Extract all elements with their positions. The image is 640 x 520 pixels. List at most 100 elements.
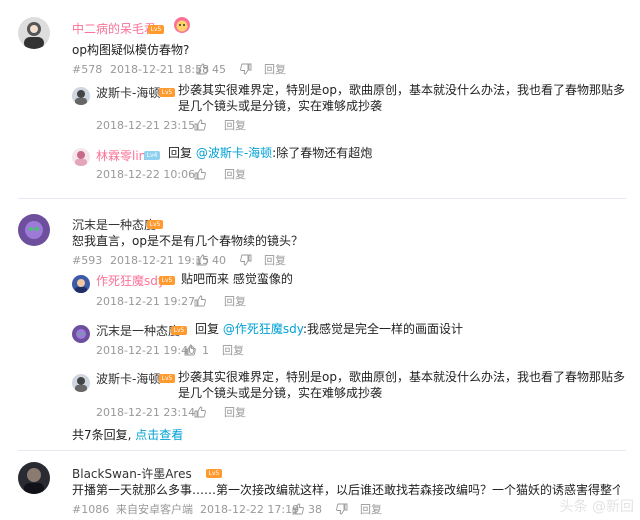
timestamp: 2018-12-21 19:27 [96, 294, 196, 308]
username[interactable]: 沉末是一种态度 [72, 216, 156, 233]
timestamp: 2018-12-21 23:15 [96, 118, 196, 132]
like-button[interactable]: 1 [184, 344, 222, 357]
like-count: 40 [212, 253, 226, 267]
reply-button[interactable]: 回复 [264, 61, 286, 77]
reply-meta: 2018-12-21 23:14 回复 [96, 404, 246, 420]
reply-button[interactable]: 回复 [224, 404, 246, 420]
reply-text: 回复 @作死狂魔sdy:我感觉是完全一样的画面设计 [195, 321, 463, 337]
avatar[interactable] [18, 462, 50, 494]
comment-meta: #593 2018-12-21 19:15 40 回复 [72, 252, 286, 268]
comment-divider [18, 198, 626, 199]
reply-button[interactable]: 回复 [224, 293, 246, 309]
comment-meta: #1086 来自安卓客户端 2018-12-22 17:19 38 回复 [72, 501, 382, 517]
mention-link[interactable]: @作死狂魔sdy [223, 322, 303, 336]
level-badge: Lv5 [147, 220, 163, 229]
reply-count-label: 共7条回复, [72, 428, 136, 442]
reply-prefix: 回复 [168, 146, 196, 160]
username[interactable]: 波斯卡-海顿 [96, 370, 160, 387]
reply-body: :我感觉是完全一样的画面设计 [302, 322, 463, 336]
like-button[interactable] [194, 295, 224, 307]
like-button[interactable] [194, 119, 224, 131]
reply-button[interactable]: 回复 [360, 501, 382, 517]
username[interactable]: 中二病的呆毛君 [72, 20, 156, 37]
reply-meta: 2018-12-21 19:27 回复 [96, 293, 246, 309]
comment-text: 恕我直言，op是不是有几个春物续的镜头？ [72, 234, 303, 248]
mention-link[interactable]: @波斯卡-海顿 [196, 146, 272, 160]
avatar[interactable] [72, 374, 90, 392]
thumb-down-icon [240, 63, 252, 75]
thumb-down-button[interactable] [240, 63, 264, 75]
comment-divider [18, 450, 626, 451]
timestamp: 2018-12-22 17:19 [200, 502, 300, 516]
comment-meta: #578 2018-12-21 18:58 45 回复 [72, 61, 286, 77]
reply-button[interactable]: 回复 [222, 342, 244, 358]
like-button[interactable]: 40 [196, 254, 240, 267]
like-button[interactable]: 45 [196, 63, 240, 76]
client-source: 来自安卓客户端 [116, 503, 193, 516]
watermark: 头条 @新回 [560, 496, 634, 516]
timestamp: 2018-12-22 10:06 [96, 167, 196, 181]
emoji-badge-icon [173, 16, 191, 34]
timestamp: 2018-12-21 19:40 [96, 343, 196, 357]
thumb-up-icon [184, 344, 196, 356]
floor-number: #578 [72, 62, 103, 76]
username[interactable]: BlackSwan-许墨Ares [72, 465, 192, 482]
reply-meta: 2018-12-21 23:15 回复 [96, 117, 246, 133]
avatar[interactable] [72, 325, 90, 343]
username[interactable]: 沉末是一种态度 [96, 322, 180, 339]
reply-text: 贴吧而来 感觉蛮像的 [181, 272, 293, 286]
comment-text: 开播第一天就那么多事……第一次接改编就这样，以后谁还敢找若森接改编吗？一个猫妖的… [72, 483, 620, 497]
level-badge: Lv5 [206, 469, 222, 478]
timestamp: 2018-12-21 18:58 [110, 62, 210, 76]
watermark-text: 头条 @新回 [559, 499, 634, 515]
like-count: 1 [202, 343, 209, 357]
comment-text: op构图疑似模仿春物? [72, 43, 190, 57]
view-more-replies: 共7条回复, 点击查看 [72, 426, 183, 443]
thumb-up-icon [194, 168, 206, 180]
avatar[interactable] [18, 214, 50, 246]
comment-578: 中二病的呆毛君 Lv5 op构图疑似模仿春物? #578 2018-12-21 … [0, 0, 640, 210]
username[interactable]: 作死狂魔sdy [96, 272, 165, 289]
thumb-up-icon [194, 119, 206, 131]
floor-number: #1086 [72, 502, 110, 516]
reply-text: 抄袭其实很难界定，特别是op，歌曲原创，基本就没什么办法，我也看了春物那贴多是几… [178, 370, 625, 400]
thumb-up-icon [196, 254, 208, 266]
thumb-up-icon [194, 295, 206, 307]
reply-button[interactable]: 回复 [224, 117, 246, 133]
level-badge: Lv5 [159, 88, 175, 97]
reply-prefix: 回复 [195, 322, 223, 336]
thumb-up-icon [196, 63, 208, 75]
reply-body: :除了春物还有超炮 [272, 146, 373, 160]
level-badge: Lv5 [148, 25, 164, 34]
reply-button[interactable]: 回复 [224, 166, 246, 182]
username[interactable]: 林霖零lin [96, 147, 146, 164]
floor-number: #593 [72, 253, 103, 267]
like-count: 38 [308, 502, 322, 516]
thumb-up-icon [194, 406, 206, 418]
level-badge: Lv4 [144, 151, 160, 160]
reply-meta: 2018-12-21 19:40 1 回复 [96, 342, 244, 358]
view-more-link[interactable]: 点击查看 [135, 428, 183, 442]
like-button[interactable]: 38 [292, 503, 336, 516]
timestamp: 2018-12-21 19:15 [110, 253, 210, 267]
reply-button[interactable]: 回复 [264, 252, 286, 268]
thumb-down-button[interactable] [336, 503, 360, 515]
thumb-down-button[interactable] [240, 254, 264, 266]
username[interactable]: 波斯卡-海顿 [96, 84, 160, 101]
thumb-down-icon [336, 503, 348, 515]
level-badge: Lv5 [159, 374, 175, 383]
reply-text: 抄袭其实很难界定，特别是op，歌曲原创，基本就没什么办法，我也看了春物那贴多是几… [178, 83, 625, 113]
thumb-up-icon [292, 503, 304, 515]
like-button[interactable] [194, 406, 224, 418]
reply-text: 回复 @波斯卡-海顿:除了春物还有超炮 [168, 145, 372, 161]
avatar[interactable] [72, 148, 90, 166]
avatar[interactable] [72, 275, 90, 293]
thumb-down-icon [240, 254, 252, 266]
avatar[interactable] [18, 17, 50, 49]
like-count: 45 [212, 62, 226, 76]
level-badge: Lv5 [171, 326, 187, 335]
avatar[interactable] [72, 87, 90, 105]
like-button[interactable] [194, 168, 224, 180]
reply-meta: 2018-12-22 10:06 回复 [96, 166, 246, 182]
level-badge: Lv5 [159, 276, 175, 285]
